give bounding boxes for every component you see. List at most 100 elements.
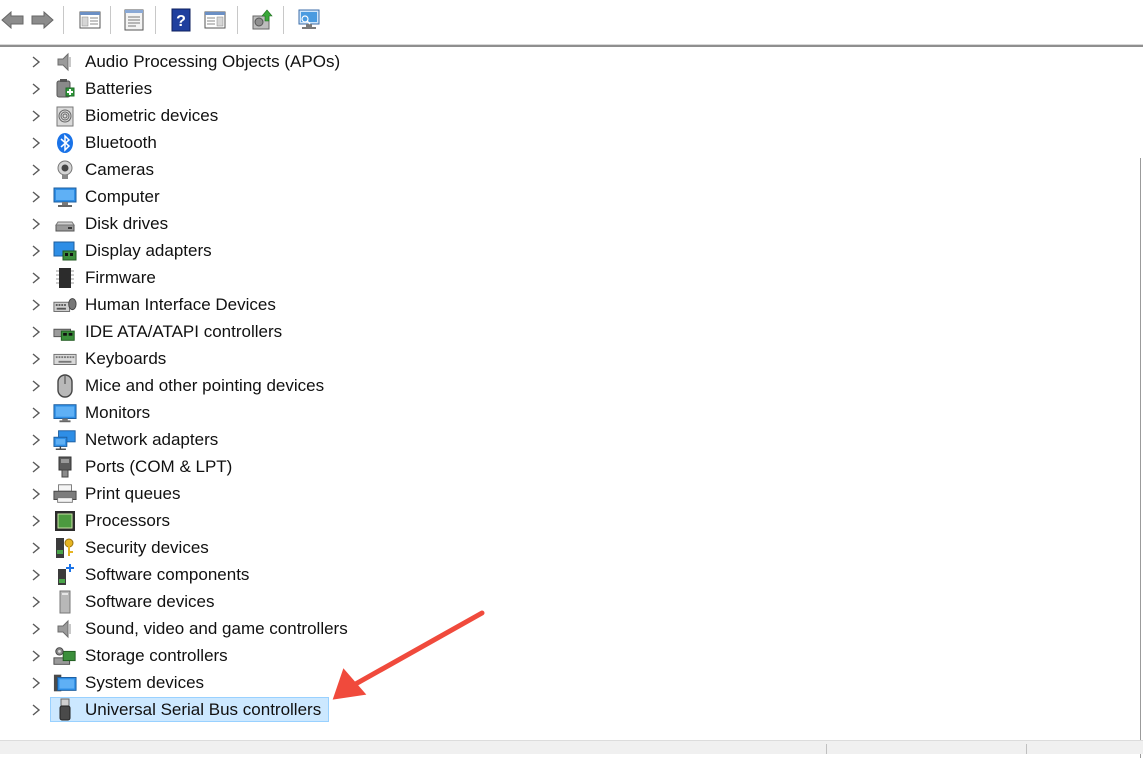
- expand-chevron-icon[interactable]: [28, 648, 44, 664]
- speaker-icon: [53, 51, 77, 73]
- system-devices-icon: [53, 672, 77, 694]
- expand-chevron-icon[interactable]: [28, 567, 44, 583]
- mouse-icon: [53, 374, 77, 398]
- tree-item-label: Keyboards: [85, 349, 167, 368]
- expand-chevron-icon[interactable]: [28, 81, 44, 97]
- toolbar: ?: [0, 0, 1143, 45]
- tree-item[interactable]: Display adapters: [0, 238, 700, 265]
- port-icon: [53, 456, 77, 478]
- scrollbar-track[interactable]: [1140, 158, 1141, 758]
- expand-chevron-icon[interactable]: [28, 162, 44, 178]
- expand-chevron-icon[interactable]: [28, 405, 44, 421]
- tree-item[interactable]: Storage controllers: [0, 643, 700, 670]
- back-arrow-icon[interactable]: [0, 7, 26, 33]
- expand-chevron-icon[interactable]: [28, 675, 44, 691]
- tree-item[interactable]: Processors: [0, 508, 700, 535]
- expand-chevron-icon[interactable]: [28, 540, 44, 556]
- fingerprint-icon: [53, 105, 77, 127]
- tree-item-label: Cameras: [85, 160, 154, 179]
- tree-item[interactable]: Print queues: [0, 481, 700, 508]
- tree-item[interactable]: Keyboards: [0, 346, 700, 373]
- expand-chevron-icon[interactable]: [28, 108, 44, 124]
- tree-item-label: Storage controllers: [85, 646, 228, 665]
- tree-item[interactable]: Human Interface Devices: [0, 292, 700, 319]
- properties-icon[interactable]: [121, 7, 147, 33]
- svg-text:?: ?: [176, 13, 186, 30]
- tree-item[interactable]: Software devices: [0, 589, 700, 616]
- expand-chevron-icon[interactable]: [28, 243, 44, 259]
- status-bar: [0, 740, 1143, 754]
- scan-hardware-changes-icon[interactable]: [296, 7, 322, 33]
- expand-chevron-icon[interactable]: [28, 135, 44, 151]
- tree-item[interactable]: Disk drives: [0, 211, 700, 238]
- toolbar-divider: [237, 6, 238, 34]
- expand-chevron-icon[interactable]: [28, 432, 44, 448]
- tree-item-label: Computer: [85, 187, 160, 206]
- tree-item-label: Software components: [85, 565, 250, 584]
- tree-item[interactable]: Biometric devices: [0, 103, 700, 130]
- tree-item[interactable]: Bluetooth: [0, 130, 700, 157]
- help-icon[interactable]: ?: [168, 7, 194, 33]
- expand-chevron-icon[interactable]: [28, 594, 44, 610]
- tree-item[interactable]: Computer: [0, 184, 700, 211]
- expand-chevron-icon[interactable]: [28, 54, 44, 70]
- tree-item-label: IDE ATA/ATAPI controllers: [85, 322, 283, 341]
- tree-item-label: Network adapters: [85, 430, 219, 449]
- expand-chevron-icon[interactable]: [28, 189, 44, 205]
- expand-chevron-icon[interactable]: [28, 702, 44, 718]
- tree-item-label: Disk drives: [85, 214, 169, 233]
- tree-item[interactable]: IDE ATA/ATAPI controllers: [0, 319, 700, 346]
- display-adapter-icon: [53, 240, 77, 262]
- expand-chevron-icon[interactable]: [28, 216, 44, 232]
- software-device-icon: [53, 590, 77, 614]
- expand-chevron-icon[interactable]: [28, 459, 44, 475]
- tree-item[interactable]: Sound, video and game controllers: [0, 616, 700, 643]
- tree-item[interactable]: Audio Processing Objects (APOs): [0, 49, 700, 76]
- tree-item[interactable]: Cameras: [0, 157, 700, 184]
- tree-item-label: Audio Processing Objects (APOs): [85, 52, 341, 71]
- action-pane-icon[interactable]: [202, 7, 228, 33]
- expand-chevron-icon[interactable]: [28, 378, 44, 394]
- expand-chevron-icon[interactable]: [28, 486, 44, 502]
- tree-item[interactable]: Software components: [0, 562, 700, 589]
- tree-item[interactable]: Network adapters: [0, 427, 700, 454]
- disk-drive-icon: [53, 213, 77, 235]
- toolbar-divider: [283, 6, 284, 34]
- tree-item[interactable]: System devices: [0, 670, 700, 697]
- tree-item-label: Mice and other pointing devices: [85, 376, 325, 395]
- expand-chevron-icon[interactable]: [28, 297, 44, 313]
- tree-item-label: Security devices: [85, 538, 209, 557]
- tree-item[interactable]: Mice and other pointing devices: [0, 373, 700, 400]
- tree-item[interactable]: Batteries: [0, 76, 700, 103]
- tree-item-label: Print queues: [85, 484, 181, 503]
- tree-item[interactable]: Ports (COM & LPT): [0, 454, 700, 481]
- hid-icon: [53, 294, 77, 316]
- webcam-icon: [53, 159, 77, 181]
- update-driver-icon[interactable]: [249, 7, 275, 33]
- expand-chevron-icon[interactable]: [28, 513, 44, 529]
- ide-controller-icon: [53, 321, 77, 343]
- expand-chevron-icon[interactable]: [28, 351, 44, 367]
- expand-chevron-icon[interactable]: [28, 270, 44, 286]
- expand-chevron-icon[interactable]: [28, 621, 44, 637]
- forward-arrow-icon[interactable]: [29, 7, 55, 33]
- tree-item-label: Sound, video and game controllers: [85, 619, 348, 638]
- tree-item-label: Firmware: [85, 268, 156, 287]
- tree-item[interactable]: Firmware: [0, 265, 700, 292]
- vertical-scrollbar[interactable]: [1138, 48, 1143, 758]
- toolbar-divider: [63, 6, 64, 34]
- security-key-icon: [53, 537, 77, 559]
- storage-controller-icon: [53, 645, 77, 667]
- tree-item-label: System devices: [85, 673, 205, 692]
- expand-chevron-icon[interactable]: [28, 324, 44, 340]
- firmware-chip-icon: [53, 267, 77, 289]
- tree-item[interactable]: Universal Serial Bus controllers: [0, 697, 700, 724]
- network-adapter-icon: [53, 429, 77, 451]
- tree-item[interactable]: Monitors: [0, 400, 700, 427]
- show-hide-console-tree-icon[interactable]: [77, 7, 103, 33]
- tree-item-label: Monitors: [85, 403, 151, 422]
- tree-item[interactable]: Security devices: [0, 535, 700, 562]
- battery-icon: [53, 78, 77, 100]
- tree-item-label: Display adapters: [85, 241, 212, 260]
- tree-item-label: Biometric devices: [85, 106, 219, 125]
